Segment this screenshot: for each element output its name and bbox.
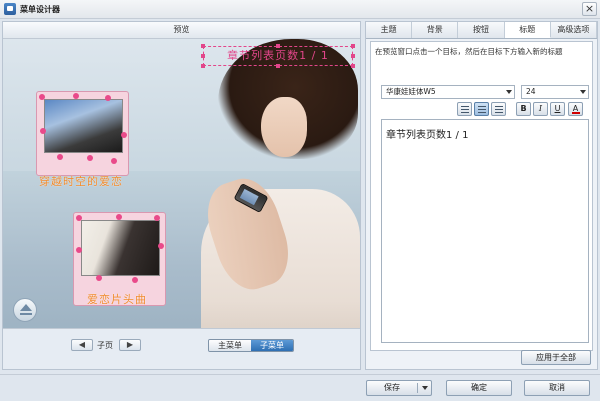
decoration-dot bbox=[96, 275, 102, 281]
ok-button[interactable]: 确定 bbox=[446, 380, 512, 396]
decoration-dot bbox=[87, 155, 93, 161]
font-size-value: 24 bbox=[526, 87, 536, 96]
save-button[interactable]: 保存 bbox=[366, 380, 432, 396]
decoration-dot bbox=[40, 128, 46, 134]
tab-advanced[interactable]: 高级选项 bbox=[550, 22, 598, 38]
subpage-label: 子页 bbox=[97, 341, 113, 350]
home-icon[interactable] bbox=[13, 298, 37, 322]
decoration-dot bbox=[39, 94, 45, 100]
thumbnail-image bbox=[44, 99, 123, 153]
apply-to-all-button[interactable]: 应用于全部 bbox=[521, 350, 591, 365]
decoration-dot bbox=[154, 215, 160, 221]
chevron-down-icon bbox=[506, 90, 512, 94]
decoration-dot bbox=[76, 215, 82, 221]
chapter-label[interactable]: 爱恋片头曲 bbox=[87, 291, 147, 307]
title-bar: 菜单设计器 × bbox=[0, 0, 600, 19]
align-center-button[interactable] bbox=[474, 102, 489, 116]
italic-button[interactable]: I bbox=[533, 102, 548, 116]
save-button-label: 保存 bbox=[384, 383, 400, 392]
align-center-icon bbox=[478, 106, 486, 113]
decoration-dot bbox=[76, 247, 82, 253]
tab-bar: 主题 背景 按钮 标题 高级选项 bbox=[366, 22, 598, 39]
title-settings: 在预览窗口点击一个目标，然后在目标下方输入新的标题 华康娃娃体W5 24 B I… bbox=[370, 41, 593, 351]
preview-header: 预览 bbox=[3, 22, 360, 39]
font-select-value: 华康娃娃体W5 bbox=[386, 87, 436, 96]
decoration-dot bbox=[121, 132, 127, 138]
tab-theme[interactable]: 主题 bbox=[366, 22, 413, 38]
selection-handle[interactable] bbox=[276, 64, 280, 68]
decoration-dot bbox=[57, 154, 63, 160]
next-page-button[interactable]: ▶ bbox=[119, 339, 141, 351]
thumbnail-image bbox=[81, 220, 160, 276]
selection-handle[interactable] bbox=[276, 44, 280, 48]
decoration-dot bbox=[105, 95, 111, 101]
divider bbox=[417, 383, 418, 393]
text-color-button[interactable]: A bbox=[568, 102, 583, 116]
tab-title[interactable]: 标题 bbox=[504, 22, 551, 38]
underline-button[interactable]: U bbox=[550, 102, 565, 116]
menu-toggle: 主菜单 子菜单 bbox=[208, 339, 294, 352]
align-left-icon bbox=[461, 106, 469, 113]
preview-footer: ◀ 子页 ▶ 主菜单 子菜单 bbox=[3, 328, 360, 369]
preview-panel: 预览 章节列表页数1 / 1 穿越时空的爱恋 爱恋片头曲 ◀ 子页 ▶ 主菜单 … bbox=[2, 21, 361, 370]
tab-background[interactable]: 背景 bbox=[412, 22, 459, 38]
window-title: 菜单设计器 bbox=[20, 5, 60, 14]
selection-handle[interactable] bbox=[201, 54, 205, 58]
decoration-dot bbox=[132, 277, 138, 283]
decoration-dot bbox=[158, 243, 164, 249]
decoration-dot bbox=[111, 158, 117, 164]
chevron-down-icon bbox=[580, 90, 586, 94]
selection-handle[interactable] bbox=[201, 44, 205, 48]
main-menu-button[interactable]: 主菜单 bbox=[209, 340, 251, 351]
app-icon bbox=[4, 3, 16, 15]
sub-menu-button[interactable]: 子菜单 bbox=[251, 340, 293, 351]
preview-title-text[interactable]: 章节列表页数1 / 1 bbox=[203, 46, 353, 66]
align-right-icon bbox=[495, 106, 503, 113]
chapter-thumbnail[interactable] bbox=[36, 91, 129, 176]
font-select[interactable]: 华康娃娃体W5 bbox=[381, 85, 515, 99]
decoration-dot bbox=[73, 93, 79, 99]
cancel-button[interactable]: 取消 bbox=[524, 380, 590, 396]
preview-canvas[interactable]: 章节列表页数1 / 1 穿越时空的爱恋 爱恋片头曲 bbox=[3, 39, 360, 328]
title-text-input[interactable]: 章节列表页数1 / 1 bbox=[381, 119, 589, 343]
instruction-text: 在预览窗口点击一个目标，然后在目标下方输入新的标题 bbox=[375, 47, 563, 56]
selection-handle[interactable] bbox=[201, 64, 205, 68]
decoration-dot bbox=[116, 214, 122, 220]
tab-buttons[interactable]: 按钮 bbox=[458, 22, 505, 38]
selection-handle[interactable] bbox=[351, 44, 355, 48]
selection-handle[interactable] bbox=[351, 54, 355, 58]
font-size-select[interactable]: 24 bbox=[521, 85, 589, 99]
close-button[interactable]: × bbox=[582, 2, 597, 16]
background-figure-face bbox=[261, 97, 307, 157]
chevron-down-icon[interactable] bbox=[422, 386, 428, 390]
bottom-bar: 保存 确定 取消 bbox=[0, 374, 600, 401]
chapter-label[interactable]: 穿越时空的爱恋 bbox=[39, 173, 123, 189]
align-right-button[interactable] bbox=[491, 102, 506, 116]
bold-button[interactable]: B bbox=[516, 102, 531, 116]
align-left-button[interactable] bbox=[457, 102, 472, 116]
settings-panel: 主题 背景 按钮 标题 高级选项 在预览窗口点击一个目标，然后在目标下方输入新的… bbox=[365, 21, 598, 370]
prev-page-button[interactable]: ◀ bbox=[71, 339, 93, 351]
selection-handle[interactable] bbox=[351, 64, 355, 68]
